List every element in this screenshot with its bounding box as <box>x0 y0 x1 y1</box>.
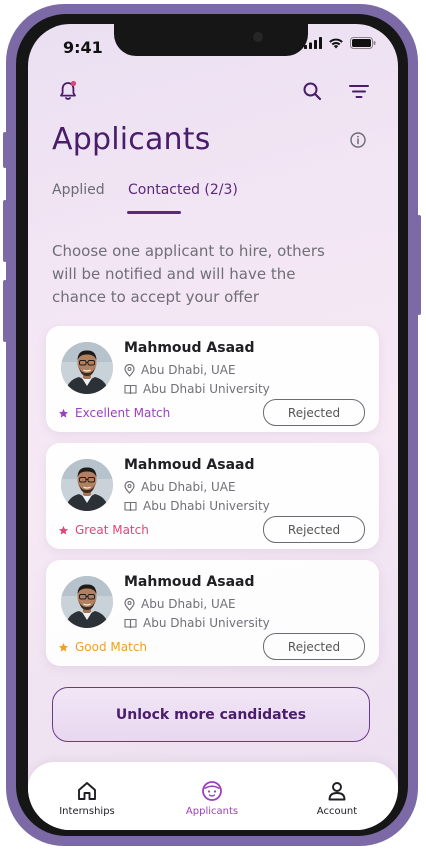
applicant-card[interactable]: Mahmoud Asaad Abu Dhabi, UAE Abu Dhabi U… <box>46 326 379 432</box>
search-icon <box>303 82 322 101</box>
applicant-card[interactable]: Mahmoud Asaad Abu Dhabi, UAE Abu Dhabi U… <box>46 560 379 666</box>
match-badge: Excellent Match <box>58 406 170 420</box>
location-text: Abu Dhabi, UAE <box>141 597 236 611</box>
nav-label-account: Account <box>316 806 358 817</box>
info-button[interactable] <box>349 131 367 149</box>
star-icon <box>58 525 69 535</box>
face-icon <box>202 781 222 801</box>
tab-applied[interactable]: Applied <box>52 182 105 198</box>
match-label: Excellent Match <box>75 406 171 420</box>
nav-item-account[interactable]: Account <box>292 780 382 817</box>
status-icons <box>304 37 376 49</box>
applicant-location: Abu Dhabi, UAE <box>124 597 236 611</box>
unlock-more-candidates-button[interactable]: Unlock more candidates <box>52 687 370 742</box>
university-text: Abu Dhabi University <box>143 616 270 630</box>
person-icon <box>328 782 346 801</box>
avatar <box>61 459 113 511</box>
applicant-location: Abu Dhabi, UAE <box>124 480 236 494</box>
applicant-university: Abu Dhabi University <box>124 499 270 513</box>
rejected-button[interactable]: Rejected <box>263 399 365 426</box>
applicant-photo <box>61 576 113 628</box>
applicant-university: Abu Dhabi University <box>124 616 270 630</box>
wifi-icon <box>329 38 343 49</box>
tab-contacted[interactable]: Contacted (2/3) <box>128 182 238 198</box>
match-badge: Great Match <box>58 523 149 537</box>
nav-item-internships[interactable]: Internships <box>42 780 132 817</box>
location-pin-icon <box>124 597 135 611</box>
match-label: Good Match <box>75 640 148 654</box>
applicant-name: Mahmoud Asaad <box>124 457 255 473</box>
notch <box>114 24 308 56</box>
active-tab-indicator <box>127 211 181 214</box>
hire-instructions: Choose one applicant to hire, others wil… <box>52 242 325 306</box>
match-label: Great Match <box>75 523 149 537</box>
notification-dot <box>70 80 77 87</box>
avatar <box>61 342 113 394</box>
nav-label-applicants: Applicants <box>185 806 239 817</box>
location-text: Abu Dhabi, UAE <box>141 480 236 494</box>
status-time: 9:41 <box>63 38 103 57</box>
notifications-button[interactable] <box>56 79 80 103</box>
applicant-photo <box>61 342 113 394</box>
bell-icon <box>60 80 77 100</box>
book-icon <box>124 501 137 511</box>
filter-icon <box>349 85 369 98</box>
nav-item-applicants[interactable]: Applicants <box>167 780 257 817</box>
app-screen: 9:41 Applicants Applied Contacted (2/3) … <box>28 24 398 830</box>
location-text: Abu Dhabi, UAE <box>141 363 236 377</box>
applicant-location: Abu Dhabi, UAE <box>124 363 236 377</box>
location-pin-icon <box>124 363 135 377</box>
signal-icon <box>304 37 322 49</box>
front-camera <box>253 32 263 42</box>
battery-icon <box>350 37 376 49</box>
book-icon <box>124 618 137 628</box>
rejected-button[interactable]: Rejected <box>263 516 365 543</box>
star-icon <box>58 408 69 418</box>
search-button[interactable] <box>300 79 324 103</box>
applicant-name: Mahmoud Asaad <box>124 340 255 356</box>
university-text: Abu Dhabi University <box>143 382 270 396</box>
book-icon <box>124 384 137 394</box>
applicant-photo <box>61 459 113 511</box>
applicant-card[interactable]: Mahmoud Asaad Abu Dhabi, UAE Abu Dhabi U… <box>46 443 379 549</box>
info-icon <box>350 132 366 148</box>
rejected-button[interactable]: Rejected <box>263 633 365 660</box>
university-text: Abu Dhabi University <box>143 499 270 513</box>
page-title: Applicants <box>52 122 211 157</box>
star-icon <box>58 642 69 652</box>
volume-down-button <box>3 280 7 342</box>
avatar <box>61 576 113 628</box>
applicant-name: Mahmoud Asaad <box>124 574 255 590</box>
mute-switch <box>3 132 7 168</box>
bottom-nav: Internships Applicants Account <box>28 762 398 830</box>
power-button <box>417 215 421 315</box>
location-pin-icon <box>124 480 135 494</box>
applicant-university: Abu Dhabi University <box>124 382 270 396</box>
filter-button[interactable] <box>347 79 371 103</box>
volume-up-button <box>3 200 7 262</box>
home-icon <box>78 782 96 800</box>
match-badge: Good Match <box>58 640 147 654</box>
nav-label-internships: Internships <box>59 806 115 817</box>
